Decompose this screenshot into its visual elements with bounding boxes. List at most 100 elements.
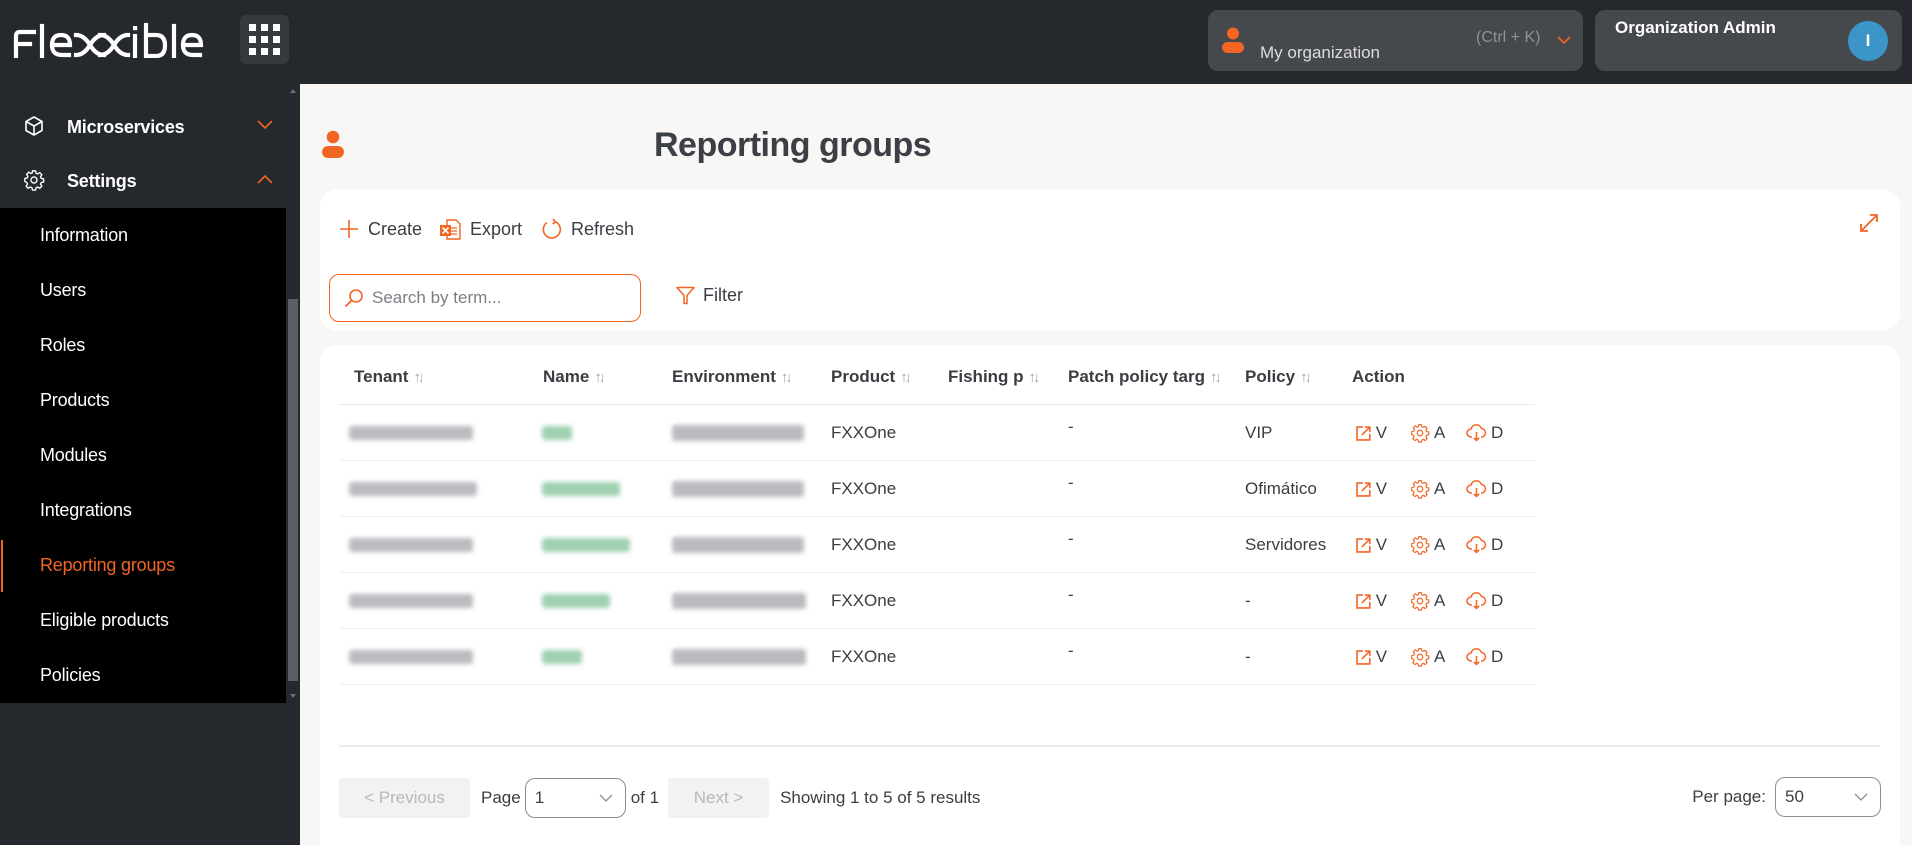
flexxible-logo[interactable] <box>12 18 208 62</box>
table-row[interactable]: FXXOne - - V A D <box>339 573 1535 629</box>
redacted-text <box>672 425 804 441</box>
expand-diagonal-icon <box>1860 214 1878 232</box>
view-action-button[interactable]: V <box>1355 647 1387 667</box>
organization-selector[interactable]: My organization (Ctrl + K) <box>1208 10 1583 71</box>
redacted-link[interactable] <box>542 538 630 552</box>
redacted-text <box>672 593 806 609</box>
column-header-tenant[interactable]: Tenant ↑↓ <box>354 367 422 387</box>
sidebar-item-modules[interactable]: Modules <box>0 428 286 483</box>
sidebar-item-products[interactable]: Products <box>0 373 286 428</box>
cell-name[interactable] <box>542 517 630 573</box>
grid-icon <box>249 24 280 55</box>
sidebar-item-integrations[interactable]: Integrations <box>0 483 286 538</box>
scrollbar-thumb[interactable] <box>288 299 298 681</box>
cell-tenant <box>349 629 473 685</box>
cell-product: FXXOne <box>831 647 897 666</box>
redacted-text <box>672 481 804 497</box>
keyboard-shortcut-hint: (Ctrl + K) <box>1476 29 1541 46</box>
expand-button[interactable] <box>1858 212 1880 239</box>
divider <box>339 745 1880 747</box>
create-button[interactable]: Create <box>339 215 422 243</box>
sidebar-item-roles[interactable]: Roles <box>0 318 286 373</box>
table-row[interactable]: FXXOne - Ofimático V A D <box>339 461 1535 517</box>
sort-icon: ↑↓ <box>780 368 790 386</box>
plus-icon <box>340 220 358 238</box>
refresh-label: Refresh <box>571 218 635 239</box>
cell-policy: - <box>1245 647 1251 666</box>
table-row[interactable]: FXXOne - VIP V A D <box>339 405 1535 461</box>
redacted-link[interactable] <box>542 594 610 608</box>
refresh-button[interactable]: Refresh <box>541 215 634 243</box>
cell-name[interactable] <box>542 461 620 517</box>
download-action-button[interactable]: D <box>1466 647 1510 667</box>
user-menu[interactable]: Organization Admin I <box>1595 10 1902 71</box>
settings-action-button[interactable]: A <box>1410 479 1450 499</box>
view-action-button[interactable]: V <box>1355 423 1387 443</box>
sidebar-group-microservices[interactable]: Microservices <box>0 100 286 154</box>
gear-icon <box>1411 480 1430 499</box>
external-link-icon <box>1356 649 1371 665</box>
table-row[interactable]: FXXOne - - V A D <box>339 629 1535 685</box>
app-launcher-button[interactable] <box>240 15 289 64</box>
filter-label: Filter <box>703 285 743 305</box>
filter-button[interactable]: Filter <box>676 285 743 306</box>
cell-name[interactable] <box>542 573 610 629</box>
sidebar-scrollbar[interactable] <box>286 84 300 703</box>
scroll-up-arrow-icon[interactable] <box>290 89 296 93</box>
cell-actions: V AD <box>1355 517 1510 573</box>
excel-file-icon <box>440 218 461 240</box>
search-input[interactable] <box>372 288 622 308</box>
redacted-link[interactable] <box>542 482 620 496</box>
cell-product: FXXOne <box>831 535 897 554</box>
column-header-policy[interactable]: Policy ↑↓ <box>1245 367 1309 387</box>
sidebar-group-settings[interactable]: Settings <box>0 154 286 208</box>
cell-environment <box>672 573 806 629</box>
sidebar-item-policies[interactable]: Policies <box>0 648 286 703</box>
view-action-button[interactable]: V <box>1355 479 1387 499</box>
download-action-button[interactable]: D <box>1466 535 1510 555</box>
column-header-environment[interactable]: Environment ↑↓ <box>672 367 790 387</box>
search-icon <box>344 289 363 308</box>
redacted-link[interactable] <box>542 426 572 440</box>
cell-product: FXXOne <box>831 479 897 498</box>
table-row[interactable]: FXXOne - Servidores V A D <box>339 517 1535 573</box>
download-action-button[interactable]: D <box>1466 423 1510 443</box>
cell-name[interactable] <box>542 629 582 685</box>
sidebar-item-eligible-products[interactable]: Eligible products <box>0 593 286 648</box>
export-button[interactable]: Export <box>440 215 522 243</box>
sidebar-item-reporting-groups[interactable]: Reporting groups <box>0 538 286 593</box>
search-field[interactable] <box>329 274 641 322</box>
cell-environment <box>672 461 804 517</box>
column-header-fishing[interactable]: Fishing p ↑↓ <box>948 367 1038 387</box>
download-action-button[interactable]: D <box>1466 479 1510 499</box>
per-page-select[interactable]: 50 <box>1775 777 1881 817</box>
chevron-down-icon <box>257 120 273 130</box>
sidebar-item-label: Eligible products <box>40 610 169 630</box>
settings-action-button[interactable]: A <box>1410 423 1450 443</box>
column-header-name[interactable]: Name ↑↓ <box>543 367 603 387</box>
settings-action-button[interactable]: A <box>1410 535 1450 555</box>
previous-page-button[interactable]: < Previous <box>339 778 470 818</box>
cell-patch-policy-target: - <box>1068 529 1074 548</box>
cloud-download-icon <box>1466 648 1487 666</box>
sort-icon: ↑↓ <box>1028 368 1038 386</box>
sidebar-item-label: Information <box>40 225 128 245</box>
settings-submenu: Information Users Roles Products Modules… <box>0 208 286 703</box>
next-page-button[interactable]: Next > <box>668 778 770 818</box>
view-action-button[interactable]: V <box>1355 535 1387 555</box>
cube-icon <box>25 116 43 136</box>
cell-name[interactable] <box>542 405 572 461</box>
view-action-button[interactable]: V <box>1355 591 1387 611</box>
cell-tenant <box>349 405 473 461</box>
settings-action-button[interactable]: A <box>1410 591 1450 611</box>
column-header-product[interactable]: Product ↑↓ <box>831 367 909 387</box>
redacted-link[interactable] <box>542 650 582 664</box>
sidebar-item-users[interactable]: Users <box>0 263 286 318</box>
download-action-button[interactable]: D <box>1466 591 1510 611</box>
column-header-patch-policy-target[interactable]: Patch policy targ ↑↓ <box>1068 367 1219 387</box>
export-label: Export <box>470 218 523 239</box>
scroll-down-arrow-icon[interactable] <box>290 694 296 698</box>
page-select[interactable]: 1 <box>524 778 626 818</box>
sidebar-item-information[interactable]: Information <box>0 208 286 263</box>
settings-action-button[interactable]: A <box>1410 647 1450 667</box>
